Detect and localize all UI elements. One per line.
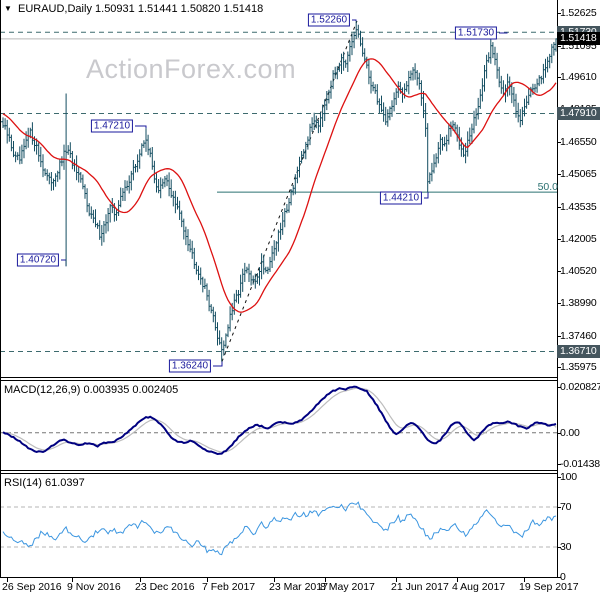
price-level-annotation[interactable]: 1.44210 — [379, 191, 423, 205]
price-axis-border — [557, 0, 558, 578]
price-axis-tick: 1.37460 — [560, 329, 597, 342]
rsi-indicator-label: RSI(14) 61.0397 — [4, 477, 85, 489]
macd-indicator-label: MACD(12,26,9) 0.003935 0.002405 — [4, 384, 179, 396]
price-level-annotation[interactable]: 1.47210 — [90, 119, 134, 133]
rsi-axis-tick: 100 — [560, 471, 577, 483]
time-axis-date-label: 21 Jun 2017 — [391, 581, 449, 593]
panel-separator[interactable] — [0, 380, 557, 381]
rsi-axis-tick: 70 — [560, 501, 572, 513]
panel-separator — [0, 577, 557, 578]
price-axis-tick: 1.43535 — [560, 200, 597, 213]
panel-separator[interactable] — [0, 473, 557, 474]
symbol-info-line: ▼ EURAUD,Daily 1.50931 1.51441 1.50820 1… — [4, 3, 263, 15]
price-axis-tick: 1.42005 — [560, 233, 597, 245]
time-axis-date-label: 7 Feb 2017 — [202, 581, 256, 593]
price-level-annotation[interactable]: 1.51730 — [454, 26, 498, 40]
price-level-axis-badge: 1.36710 — [557, 345, 600, 358]
fib-50-label: 50.0 — [537, 181, 558, 193]
time-axis-date-label: 9 Nov 2016 — [67, 581, 121, 593]
macd-axis-min: -0.014386 — [560, 458, 600, 471]
panel-separator[interactable] — [0, 470, 557, 471]
price-axis-tick: 1.46550 — [560, 136, 597, 149]
price-axis-tick: 1.45065 — [560, 168, 597, 180]
price-axis-tick: 1.40520 — [560, 264, 597, 277]
macd-axis-max: 0.020827 — [560, 380, 600, 393]
time-axis-date-label: 19 Sep 2017 — [519, 581, 579, 593]
current-price-axis-badge: 1.51418 — [557, 32, 600, 46]
trading-chart-window: ActionForex.com ▼ EURAUD,Daily 1.50931 1… — [0, 0, 600, 600]
chevron-down-icon[interactable]: ▼ — [4, 4, 12, 13]
price-level-axis-badge: 1.47910 — [557, 107, 600, 120]
macd-axis-zero: 0.00 — [560, 426, 580, 439]
price-level-annotation[interactable]: 1.40720 — [16, 253, 60, 267]
time-axis-date-label: 8 May 2017 — [320, 581, 375, 593]
ohlc-values: 1.50931 1.51441 1.50820 1.51418 — [95, 3, 264, 15]
price-level-annotation[interactable]: 1.36240 — [168, 359, 212, 373]
price-axis-tick: 1.35975 — [560, 361, 597, 374]
time-axis-date-label: 4 Aug 2017 — [452, 581, 506, 593]
symbol-timeframe-label: EURAUD,Daily — [17, 3, 92, 15]
panel-separator[interactable] — [0, 377, 557, 378]
rsi-indicator-canvas[interactable] — [0, 0, 600, 600]
time-axis-date-label: 26 Sep 2016 — [2, 581, 62, 593]
price-level-annotation[interactable]: 1.52260 — [307, 13, 351, 27]
chart-left-border — [0, 0, 1, 578]
price-axis-tick: 1.49610 — [560, 71, 597, 84]
time-axis-date-label: 23 Dec 2016 — [135, 581, 195, 593]
price-axis-tick: 1.52625 — [560, 7, 597, 20]
rsi-axis-tick: 30 — [560, 541, 572, 553]
price-axis-tick: 1.38990 — [560, 297, 597, 310]
